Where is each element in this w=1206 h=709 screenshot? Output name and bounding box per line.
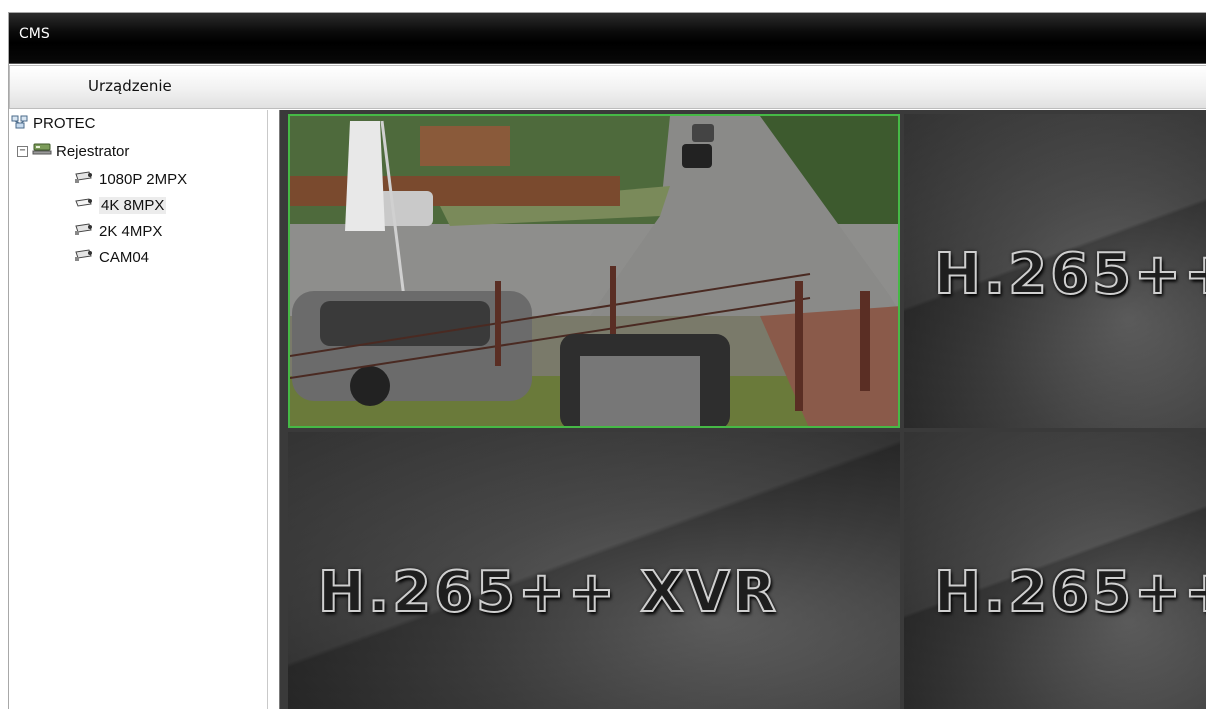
camera-label: 4K 8MPX (99, 196, 167, 214)
tree-node-camera[interactable]: CAM04 (73, 246, 149, 268)
camera-label: CAM04 (99, 248, 150, 266)
channel-placeholder-logo: H.265++ XVR (933, 559, 1206, 626)
menu-bar: Urządzenie (9, 65, 1206, 109)
camera-icon (73, 170, 95, 188)
video-channel-1-live[interactable] (288, 114, 900, 428)
device-tree: PROTEC − Rejestrator 1080P 2MPX 4K 8MPX … (9, 110, 268, 709)
tree-node-rejestrator[interactable]: − Rejestrator (17, 140, 129, 162)
channel-placeholder-logo: H.265++ XVR (317, 559, 780, 626)
camera-feed-image (290, 116, 898, 426)
video-grid: H.265++ XVR H.265++ XVR H.265++ XVR (279, 110, 1206, 709)
recorder-device-icon (32, 141, 52, 161)
camera-icon (73, 248, 95, 266)
camera-label: 1080P 2MPX (99, 170, 188, 188)
collapse-toggle-icon[interactable]: − (17, 145, 28, 157)
tree-node-camera[interactable]: 1080P 2MPX (73, 168, 187, 190)
channel-placeholder-logo: H.265++ XVR (933, 241, 1206, 308)
network-group-icon (11, 113, 29, 133)
video-channel-4[interactable]: H.265++ XVR (904, 432, 1206, 709)
video-channel-3[interactable]: H.265++ XVR (288, 432, 900, 709)
tree-label-rejestrator: Rejestrator (56, 142, 130, 160)
tree-label-protec: PROTEC (33, 114, 96, 132)
tree-node-protec[interactable]: PROTEC (11, 112, 96, 134)
tree-node-camera[interactable]: 2K 4MPX (73, 220, 162, 242)
camera-icon (73, 222, 95, 240)
cms-window: CMS Urządzenie PROTEC − Rejestrator 1080… (8, 12, 1206, 709)
camera-label: 2K 4MPX (99, 222, 163, 240)
menu-item-device[interactable]: Urządzenie (88, 77, 172, 95)
title-bar: CMS (9, 13, 1206, 64)
video-channel-2[interactable]: H.265++ XVR (904, 114, 1206, 428)
window-title: CMS (19, 26, 50, 42)
camera-icon (73, 196, 95, 214)
tree-node-camera[interactable]: 4K 8MPX (73, 194, 167, 216)
